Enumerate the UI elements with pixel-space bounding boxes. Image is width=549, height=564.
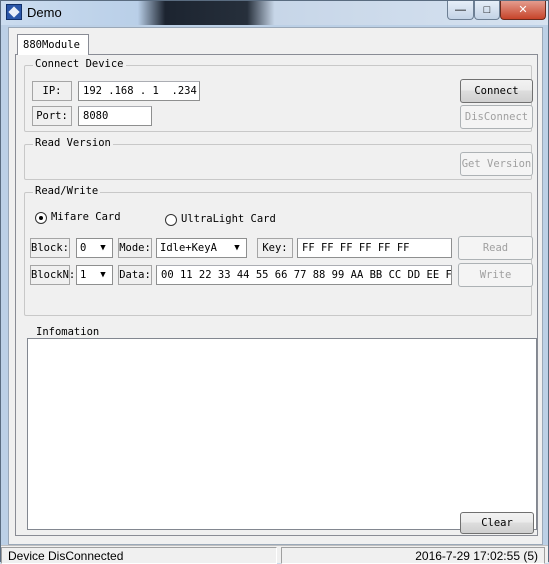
write-button[interactable]: Write [458, 263, 533, 287]
window-title: Demo [27, 5, 62, 20]
ultralight-card-radio[interactable] [165, 214, 177, 226]
minimize-button[interactable]: — [447, 1, 474, 20]
maximize-button[interactable]: □ [474, 1, 500, 20]
connect-button[interactable]: Connect [460, 79, 533, 103]
block-label: Block: [30, 238, 70, 258]
blockn-label: BlockN: [30, 265, 75, 285]
connect-device-group: Connect Device IP: 192 .168 . 1 .234 Por… [24, 58, 533, 132]
key-label: Key: [257, 238, 293, 258]
clear-button[interactable]: Clear [460, 512, 534, 534]
app-icon [6, 4, 22, 20]
get-version-button[interactable]: Get Version [460, 152, 533, 176]
blockn-select-value: 1 [80, 269, 87, 281]
connect-device-title: Connect Device [33, 58, 126, 70]
port-label: Port: [32, 106, 72, 126]
client-area: 880Module Connect Device IP: 192 .168 . … [8, 27, 543, 545]
mode-label: Mode: [118, 238, 152, 258]
status-bar: Device DisConnected 2016-7-29 17:02:55 (… [1, 545, 548, 564]
read-write-title: Read/Write [33, 185, 101, 197]
mode-select[interactable]: Idle+KeyA ▼ [156, 238, 247, 258]
mifare-card-label[interactable]: Mifare Card [51, 211, 121, 223]
mifare-card-radio[interactable] [35, 212, 47, 224]
ip-input[interactable]: 192 .168 . 1 .234 [78, 81, 200, 101]
information-title: Infomation [34, 326, 102, 338]
read-button[interactable]: Read [458, 236, 533, 260]
chevron-down-icon: ▼ [95, 267, 111, 283]
disconnect-button[interactable]: DisConnect [460, 105, 533, 129]
information-log[interactable] [27, 338, 537, 530]
read-write-group: Read/Write Mifare Card UltraLight Card B… [24, 185, 533, 316]
chevron-down-icon: ▼ [229, 240, 245, 256]
title-bar[interactable]: Demo — □ ✕ [1, 1, 548, 25]
mode-select-value: Idle+KeyA [160, 242, 217, 254]
tab-880module[interactable]: 880Module [17, 34, 89, 55]
close-button[interactable]: ✕ [500, 1, 546, 20]
port-input[interactable]: 8080 [78, 106, 152, 126]
demo-window: Demo — □ ✕ 880Module Connect Device IP: … [0, 0, 549, 564]
data-label: Data: [118, 265, 152, 285]
block-select-value: 0 [80, 242, 87, 254]
ip-label: IP: [32, 81, 72, 101]
device-status: Device DisConnected [1, 547, 277, 564]
read-version-title: Read Version [33, 137, 113, 149]
key-input[interactable]: FF FF FF FF FF FF [297, 238, 452, 258]
data-input[interactable]: 00 11 22 33 44 55 66 77 88 99 AA BB CC D… [156, 265, 452, 285]
status-datetime: 2016-7-29 17:02:55 (5) [281, 547, 545, 564]
blockn-select[interactable]: 1 ▼ [76, 265, 113, 285]
ultralight-card-label[interactable]: UltraLight Card [181, 213, 276, 225]
block-select[interactable]: 0 ▼ [76, 238, 113, 258]
read-version-group: Read Version Get Version [24, 137, 533, 180]
chevron-down-icon: ▼ [95, 240, 111, 256]
